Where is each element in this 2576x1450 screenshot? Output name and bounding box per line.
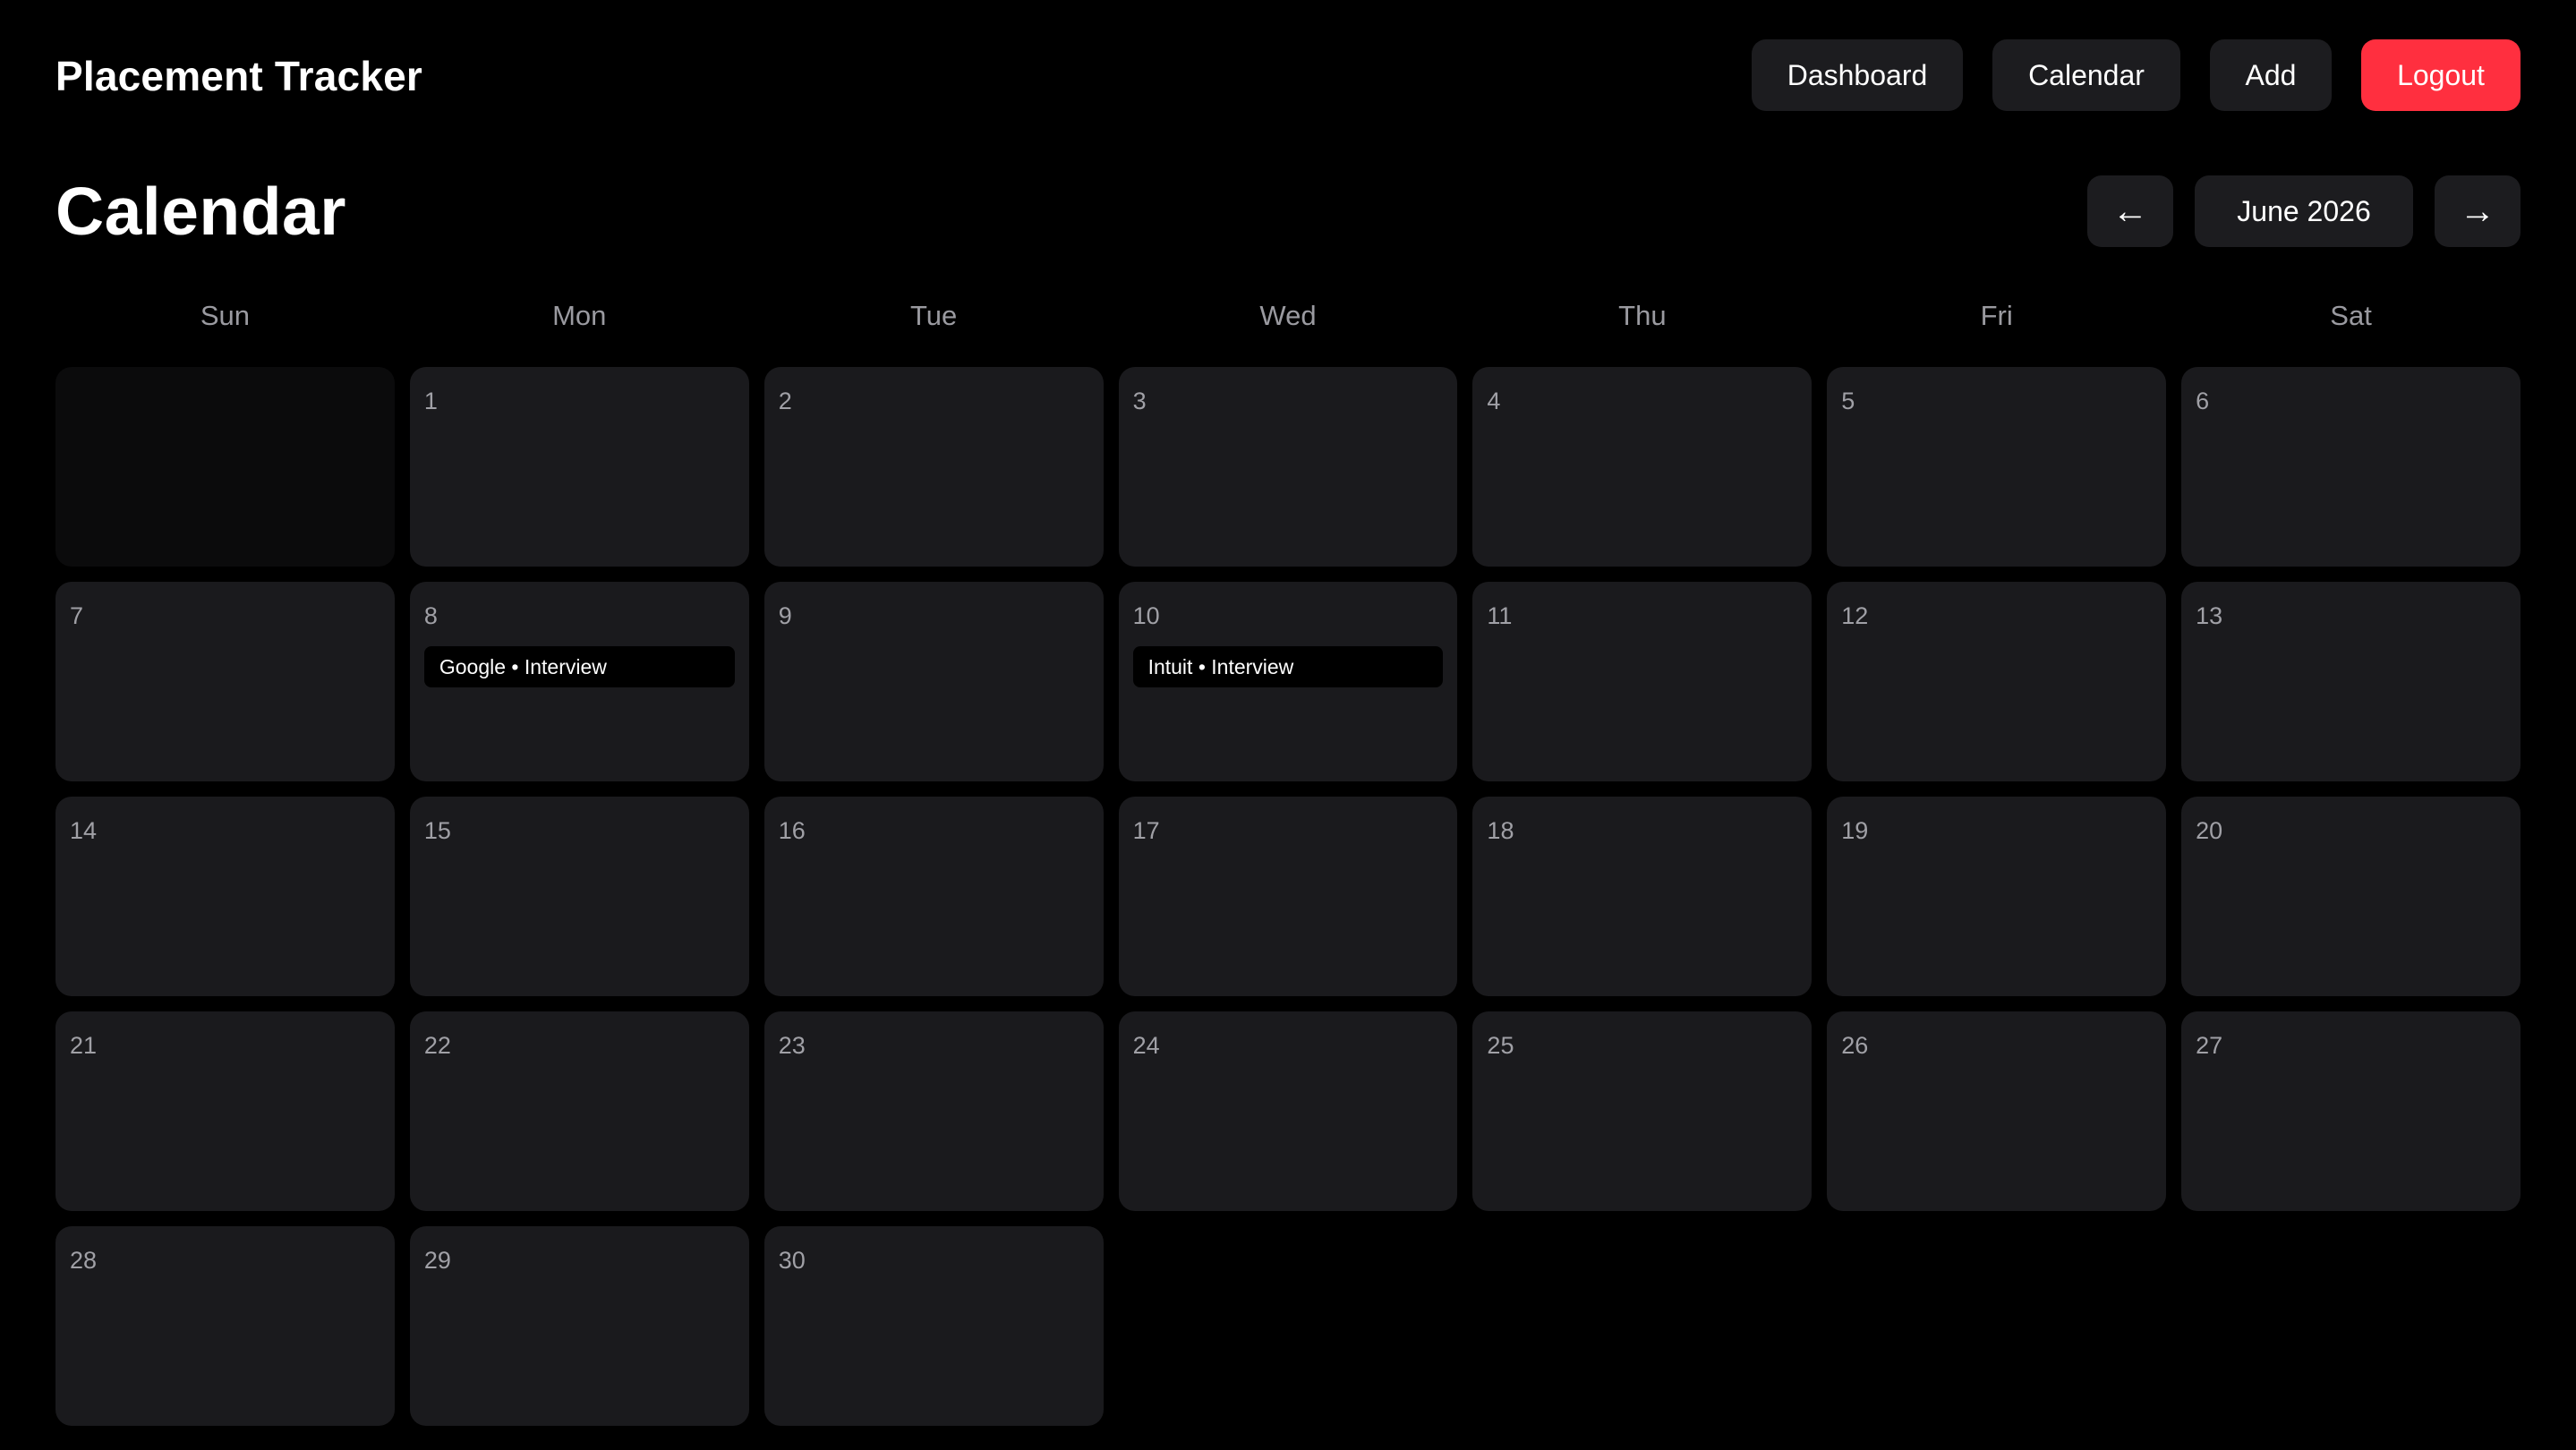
- weekday-label: Fri: [1980, 300, 2013, 331]
- day-number: 11: [1487, 602, 1513, 629]
- page-title: Calendar: [55, 174, 346, 249]
- month-navigator: ← June 2026 →: [2087, 175, 2521, 247]
- dashboard-button[interactable]: Dashboard: [1752, 39, 1963, 111]
- calendar-day-cell[interactable]: 21: [55, 1011, 395, 1211]
- weekday-label: Sat: [2330, 300, 2372, 331]
- day-number: 15: [423, 817, 451, 844]
- day-number: 28: [70, 1247, 98, 1274]
- calendar-day-cell[interactable]: 26: [1827, 1011, 2167, 1211]
- calendar-day-cell[interactable]: 23: [763, 1011, 1104, 1211]
- top-navbar: Placement Tracker Dashboard Calendar Add…: [55, 0, 2521, 150]
- day-number: 14: [70, 817, 98, 844]
- day-number: 22: [423, 1032, 451, 1059]
- day-number: 21: [70, 1032, 98, 1059]
- day-number: 30: [778, 1247, 806, 1274]
- calendar-day-cell[interactable]: 6: [2181, 367, 2521, 567]
- next-month-button[interactable]: →: [2435, 175, 2521, 247]
- calendar-day-cell[interactable]: 29: [409, 1226, 749, 1426]
- calendar-day-cell[interactable]: 25: [1472, 1011, 1813, 1211]
- day-number: 20: [2196, 817, 2223, 844]
- calendar-day-cell[interactable]: 7: [55, 582, 395, 781]
- day-number: 8: [423, 602, 438, 629]
- weekday-label: Sun: [200, 300, 250, 331]
- day-number: 4: [1487, 388, 1501, 414]
- calendar-day-cell[interactable]: 2: [763, 367, 1104, 567]
- calendar-day-cell[interactable]: 13: [2181, 582, 2521, 781]
- calendar-day-cell[interactable]: 16: [763, 797, 1104, 996]
- day-number: 10: [1132, 602, 1160, 629]
- arrow-left-icon: ←: [2112, 191, 2148, 231]
- day-number: 16: [778, 817, 806, 844]
- calendar-day-cell[interactable]: 9: [763, 582, 1104, 781]
- calendar-day-cell[interactable]: 24: [1118, 1011, 1458, 1211]
- calendar-day-cell[interactable]: 1: [409, 367, 749, 567]
- calendar-day-cell[interactable]: 15: [409, 797, 749, 996]
- calendar-grid: 1 2 3 4 5 6 7 8 Google • Interview 9 10 Intuit • In…: [55, 367, 2521, 1426]
- calendar-button[interactable]: Calendar: [1992, 39, 2180, 111]
- weekday-label: Tue: [909, 300, 958, 331]
- day-number: 7: [70, 602, 84, 629]
- app-brand: Placement Tracker: [55, 53, 422, 99]
- day-number: 9: [778, 602, 792, 629]
- day-number: 29: [423, 1247, 451, 1274]
- calendar-day-cell[interactable]: 27: [2181, 1011, 2521, 1211]
- calendar-day-cell[interactable]: 12: [1827, 582, 2167, 781]
- calendar-day-cell[interactable]: 10 Intuit • Interview: [1118, 582, 1458, 781]
- day-number: 23: [778, 1032, 806, 1059]
- day-number: 19: [1841, 817, 1869, 844]
- calendar-day-cell[interactable]: 30: [763, 1226, 1104, 1426]
- day-number: 17: [1132, 817, 1160, 844]
- calendar-day-cell[interactable]: 3: [1118, 367, 1458, 567]
- calendar-day-cell[interactable]: 28: [55, 1226, 395, 1426]
- day-number: 13: [2196, 602, 2223, 629]
- day-number: 12: [1841, 602, 1869, 629]
- day-number: 26: [1841, 1032, 1869, 1059]
- day-number: 2: [778, 388, 792, 414]
- calendar-day-cell[interactable]: 4: [1472, 367, 1813, 567]
- day-number: 18: [1487, 817, 1514, 844]
- calendar-empty-cell: [55, 367, 395, 567]
- calendar-day-cell[interactable]: 19: [1827, 797, 2167, 996]
- nav-menu: Dashboard Calendar Add Logout: [1752, 39, 2521, 111]
- calendar-event-chip[interactable]: Google • Interview: [423, 646, 735, 687]
- day-number: 1: [423, 388, 438, 414]
- day-number: 5: [1841, 388, 1855, 414]
- arrow-right-icon: →: [2460, 191, 2495, 231]
- weekday-label: Wed: [1259, 300, 1317, 331]
- calendar-day-cell[interactable]: 20: [2181, 797, 2521, 996]
- weekday-label: Thu: [1618, 300, 1667, 331]
- day-number: 24: [1132, 1032, 1160, 1059]
- calendar-day-cell[interactable]: 8 Google • Interview: [409, 582, 749, 781]
- calendar-day-cell[interactable]: 17: [1118, 797, 1458, 996]
- day-number: 3: [1132, 388, 1147, 414]
- app-root: Placement Tracker Dashboard Calendar Add…: [0, 0, 2576, 1450]
- current-month-label: June 2026: [2195, 175, 2413, 247]
- add-button[interactable]: Add: [2210, 39, 2332, 111]
- calendar-header: Calendar ← June 2026 →: [55, 143, 2521, 279]
- calendar-event-chip[interactable]: Intuit • Interview: [1132, 646, 1444, 687]
- day-number: 25: [1487, 1032, 1514, 1059]
- calendar-day-cell[interactable]: 18: [1472, 797, 1813, 996]
- weekday-header-row: Sun Mon Tue Wed Thu Fri Sat: [55, 281, 2521, 351]
- weekday-label: Mon: [552, 300, 607, 331]
- prev-month-button[interactable]: ←: [2087, 175, 2173, 247]
- calendar-day-cell[interactable]: 11: [1472, 582, 1813, 781]
- calendar-day-cell[interactable]: 14: [55, 797, 395, 996]
- calendar-day-cell[interactable]: 22: [409, 1011, 749, 1211]
- calendar-day-cell[interactable]: 5: [1827, 367, 2167, 567]
- day-number: 27: [2196, 1032, 2223, 1059]
- day-number: 6: [2196, 388, 2210, 414]
- logout-button[interactable]: Logout: [2361, 39, 2521, 111]
